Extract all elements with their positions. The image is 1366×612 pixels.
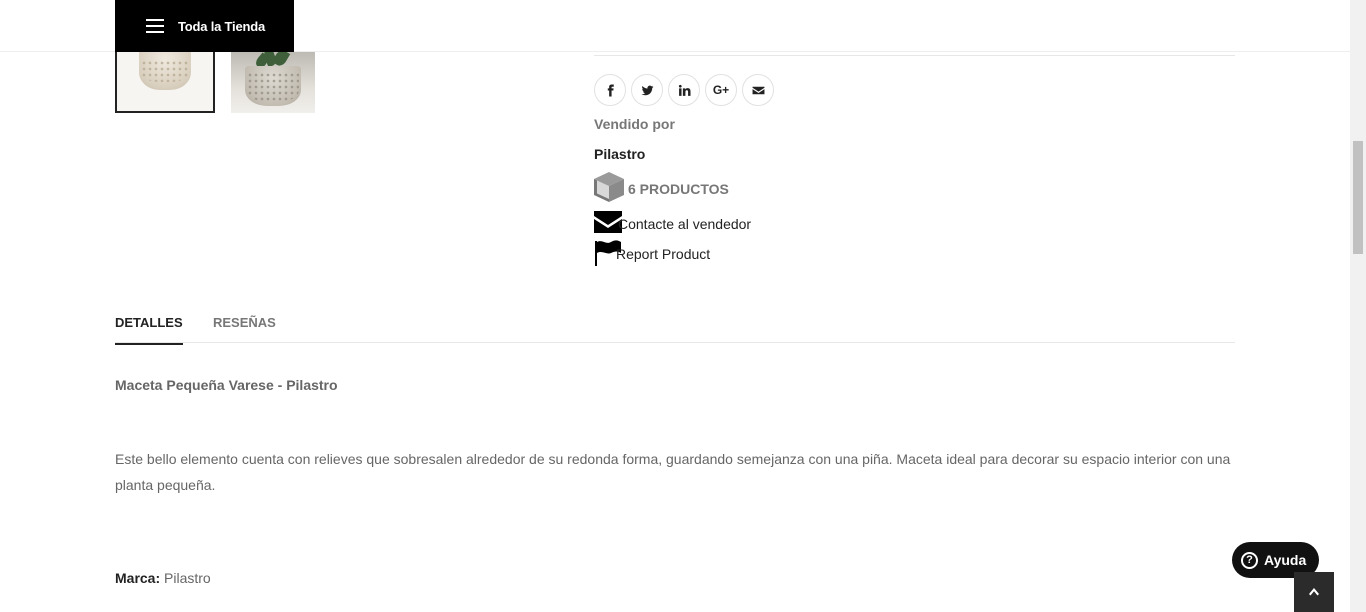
brand-label: Marca:	[115, 570, 161, 586]
twitter-share-button[interactable]	[631, 74, 663, 106]
section-divider	[594, 55, 1235, 56]
facebook-icon	[607, 84, 614, 96]
products-count: 6 PRODUCTOS	[628, 181, 729, 197]
tab-reviews[interactable]: RESEÑAS	[213, 315, 276, 343]
google-plus-share-button[interactable]: G+	[705, 74, 737, 106]
hamburger-icon	[146, 19, 164, 33]
description-title: Maceta Pequeña Varese - Pilastro	[115, 377, 338, 393]
email-icon	[752, 86, 764, 94]
scroll-to-top-button[interactable]	[1294, 572, 1334, 612]
question-icon: ?	[1241, 551, 1258, 569]
scrollbar-thumb[interactable]	[1353, 141, 1363, 254]
contact-vendor-link[interactable]: Contacte al vendedor	[594, 210, 751, 234]
linkedin-share-button[interactable]	[668, 74, 700, 106]
gallery-thumbnail-1[interactable]	[115, 52, 215, 113]
store-menu-button[interactable]: Toda la Tienda	[115, 0, 294, 52]
twitter-icon	[641, 85, 653, 95]
box-icon	[594, 172, 624, 202]
gallery-thumbnail-2[interactable]	[231, 52, 315, 113]
chevron-up-icon	[1309, 588, 1319, 596]
page-scrollbar[interactable]	[1350, 0, 1366, 612]
store-menu-label: Toda la Tienda	[178, 18, 266, 34]
brand-line: Marca: Pilastro	[115, 570, 211, 586]
product-tabs: DETALLES RESEÑAS	[115, 302, 1235, 345]
facebook-share-button[interactable]	[594, 74, 626, 106]
vendor-name-link[interactable]: Pilastro	[594, 146, 645, 162]
vendor-products-link[interactable]: 6 PRODUCTOS	[592, 171, 729, 203]
help-label: Ayuda	[1264, 552, 1307, 568]
linkedin-icon	[678, 84, 691, 96]
report-product-label: Report Product	[616, 246, 711, 262]
tab-details[interactable]: DETALLES	[115, 315, 183, 345]
email-share-button[interactable]	[742, 74, 774, 106]
brand-value: Pilastro	[164, 570, 211, 586]
report-product-link[interactable]: Report Product	[594, 240, 710, 266]
description-body: Este bello elemento cuenta con relieves …	[115, 451, 1231, 493]
share-buttons: G+	[594, 74, 774, 106]
contact-vendor-label: Contacte al vendedor	[618, 216, 752, 232]
sold-by-label: Vendido por	[594, 116, 675, 132]
google-plus-icon: G+	[712, 83, 730, 97]
